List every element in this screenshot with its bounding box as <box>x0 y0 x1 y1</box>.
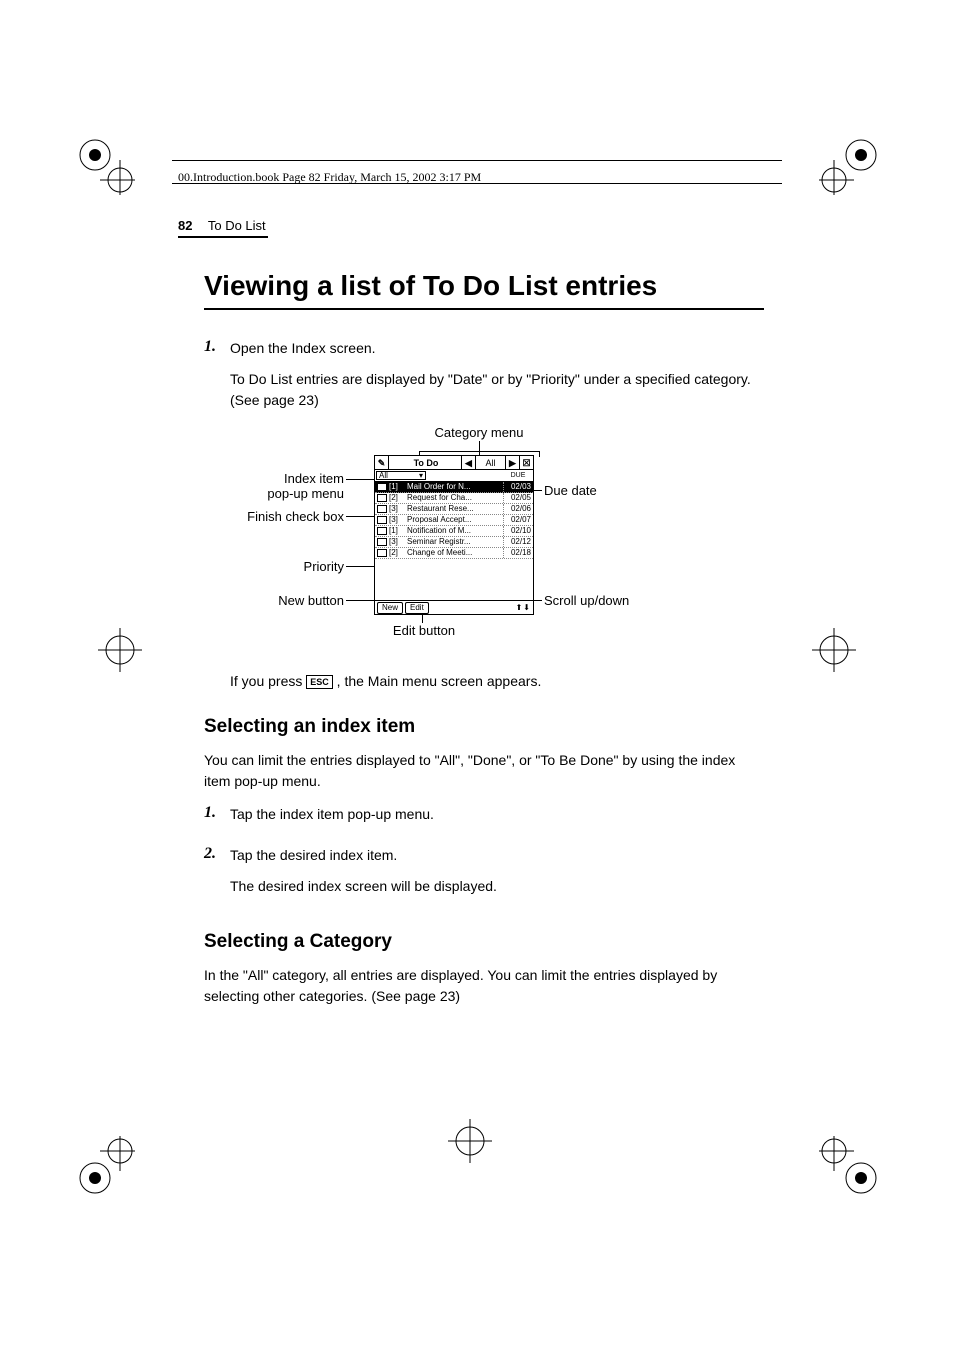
list-item[interactable]: [3]Seminar Registr...02/12 <box>375 537 533 548</box>
step-text: Tap the index item pop-up menu. <box>230 804 764 825</box>
chevron-down-icon: ▾ <box>419 471 423 481</box>
finish-checkbox[interactable] <box>377 549 387 557</box>
esc-paragraph: If you press ESC , the Main menu screen … <box>230 671 764 692</box>
step-desc: To Do List entries are displayed by "Dat… <box>230 369 764 411</box>
callout-due-date: Due date <box>544 483 597 498</box>
callout-new-button: New button <box>244 593 344 608</box>
callout-edit-button: Edit button <box>374 623 474 638</box>
step-desc: The desired index screen will be display… <box>230 876 764 897</box>
step-number: 1. <box>204 804 230 835</box>
item-title: Seminar Registr... <box>407 537 503 547</box>
priority-value: [2] <box>389 548 407 558</box>
callout-line <box>539 451 540 457</box>
finish-checkbox[interactable] <box>377 538 387 546</box>
device-screen: ✎ To Do ◀ All ▶ ☒ All ▾ DUE [1]Mail Orde… <box>374 455 534 615</box>
header-rule <box>172 183 782 184</box>
priority-value: [3] <box>389 504 407 514</box>
finish-checkbox[interactable] <box>377 516 387 524</box>
reg-mark-icon <box>819 1136 879 1196</box>
list-item[interactable]: [2]Request for Cha...02/05 <box>375 493 533 504</box>
item-title: Mail Order for N... <box>407 482 503 492</box>
new-button[interactable]: New <box>377 602 403 614</box>
due-date-value: 02/10 <box>503 526 533 536</box>
due-date-value: 02/03 <box>503 482 533 492</box>
reg-mark-icon <box>804 620 864 680</box>
due-date-value: 02/18 <box>503 548 533 558</box>
reg-mark-icon <box>75 1136 135 1196</box>
reg-mark-icon <box>819 135 879 195</box>
esc-key-icon: ESC <box>306 675 333 689</box>
edit-button[interactable]: Edit <box>405 602 429 614</box>
item-title: Request for Cha... <box>407 493 503 503</box>
list-item[interactable]: [1]Mail Order for N...02/03 <box>375 482 533 493</box>
reg-mark-icon <box>440 1111 500 1171</box>
step-number: 2. <box>204 845 230 907</box>
app-icon: ✎ <box>375 456 389 469</box>
scroll-icons[interactable]: ⬆⬇ <box>516 603 531 613</box>
priority-value: [2] <box>389 493 407 503</box>
due-header: DUE <box>503 470 533 481</box>
next-arrow-icon[interactable]: ▶ <box>505 456 519 469</box>
item-title: Change of Meeti... <box>407 548 503 558</box>
callout-scroll: Scroll up/down <box>544 593 629 608</box>
callout-finish-checkbox: Finish check box <box>214 509 344 524</box>
title-rule <box>204 308 764 310</box>
paragraph: You can limit the entries displayed to "… <box>204 750 764 792</box>
finish-checkbox[interactable] <box>377 483 387 491</box>
callout-line <box>479 441 480 451</box>
priority-value: [1] <box>389 526 407 536</box>
list-item[interactable]: [2]Change of Meeti...02/18 <box>375 548 533 559</box>
finish-checkbox[interactable] <box>377 494 387 502</box>
index-popup[interactable]: All ▾ <box>376 471 426 480</box>
running-head-rule <box>178 236 268 238</box>
section-name: To Do List <box>208 218 266 233</box>
figure: Index item pop-up menu Finish check box … <box>204 431 764 651</box>
step-text: Open the Index screen. <box>230 338 764 359</box>
priority-value: [3] <box>389 537 407 547</box>
callout-index-item: Index item <box>284 471 344 486</box>
list-item[interactable]: [3]Proposal Accept...02/07 <box>375 515 533 526</box>
item-title: Proposal Accept... <box>407 515 503 525</box>
priority-value: [1] <box>389 482 407 492</box>
text: , the Main menu screen appears. <box>337 673 542 689</box>
page-number: 82 <box>178 218 192 233</box>
finish-checkbox[interactable] <box>377 505 387 513</box>
due-date-value: 02/07 <box>503 515 533 525</box>
callout-popup-menu: pop-up menu <box>267 486 344 501</box>
reg-mark-icon <box>75 135 135 195</box>
step-text: Tap the desired index item. <box>230 845 764 866</box>
text: If you press <box>230 673 306 689</box>
finish-checkbox[interactable] <box>377 527 387 535</box>
callout-line <box>346 479 376 480</box>
category-label[interactable]: All <box>475 456 505 469</box>
header-rule <box>172 160 782 161</box>
due-date-value: 02/12 <box>503 537 533 547</box>
item-title: Restaurant Rese... <box>407 504 503 514</box>
heading-selecting-index: Selecting an index item <box>204 716 764 738</box>
running-head: 82 To Do List <box>178 218 266 233</box>
callout-line <box>346 600 376 601</box>
step-number: 1. <box>204 338 230 421</box>
paragraph: In the "All" category, all entries are d… <box>204 965 764 1007</box>
screen-title: To Do <box>389 458 461 468</box>
callout-line <box>422 615 423 623</box>
prev-arrow-icon[interactable]: ◀ <box>461 456 475 469</box>
popup-value: All <box>379 471 388 481</box>
callout-category-menu: Category menu <box>419 425 539 440</box>
reg-mark-icon <box>90 620 150 680</box>
heading-selecting-category: Selecting a Category <box>204 931 764 953</box>
item-title: Notification of M... <box>407 526 503 536</box>
page-title: Viewing a list of To Do List entries <box>204 270 764 302</box>
close-icon[interactable]: ☒ <box>519 456 533 469</box>
callout-priority: Priority <box>264 559 344 574</box>
list-item[interactable]: [1]Notification of M...02/10 <box>375 526 533 537</box>
due-date-value: 02/05 <box>503 493 533 503</box>
due-date-value: 02/06 <box>503 504 533 514</box>
priority-value: [3] <box>389 515 407 525</box>
list-item[interactable]: [3]Restaurant Rese...02/06 <box>375 504 533 515</box>
